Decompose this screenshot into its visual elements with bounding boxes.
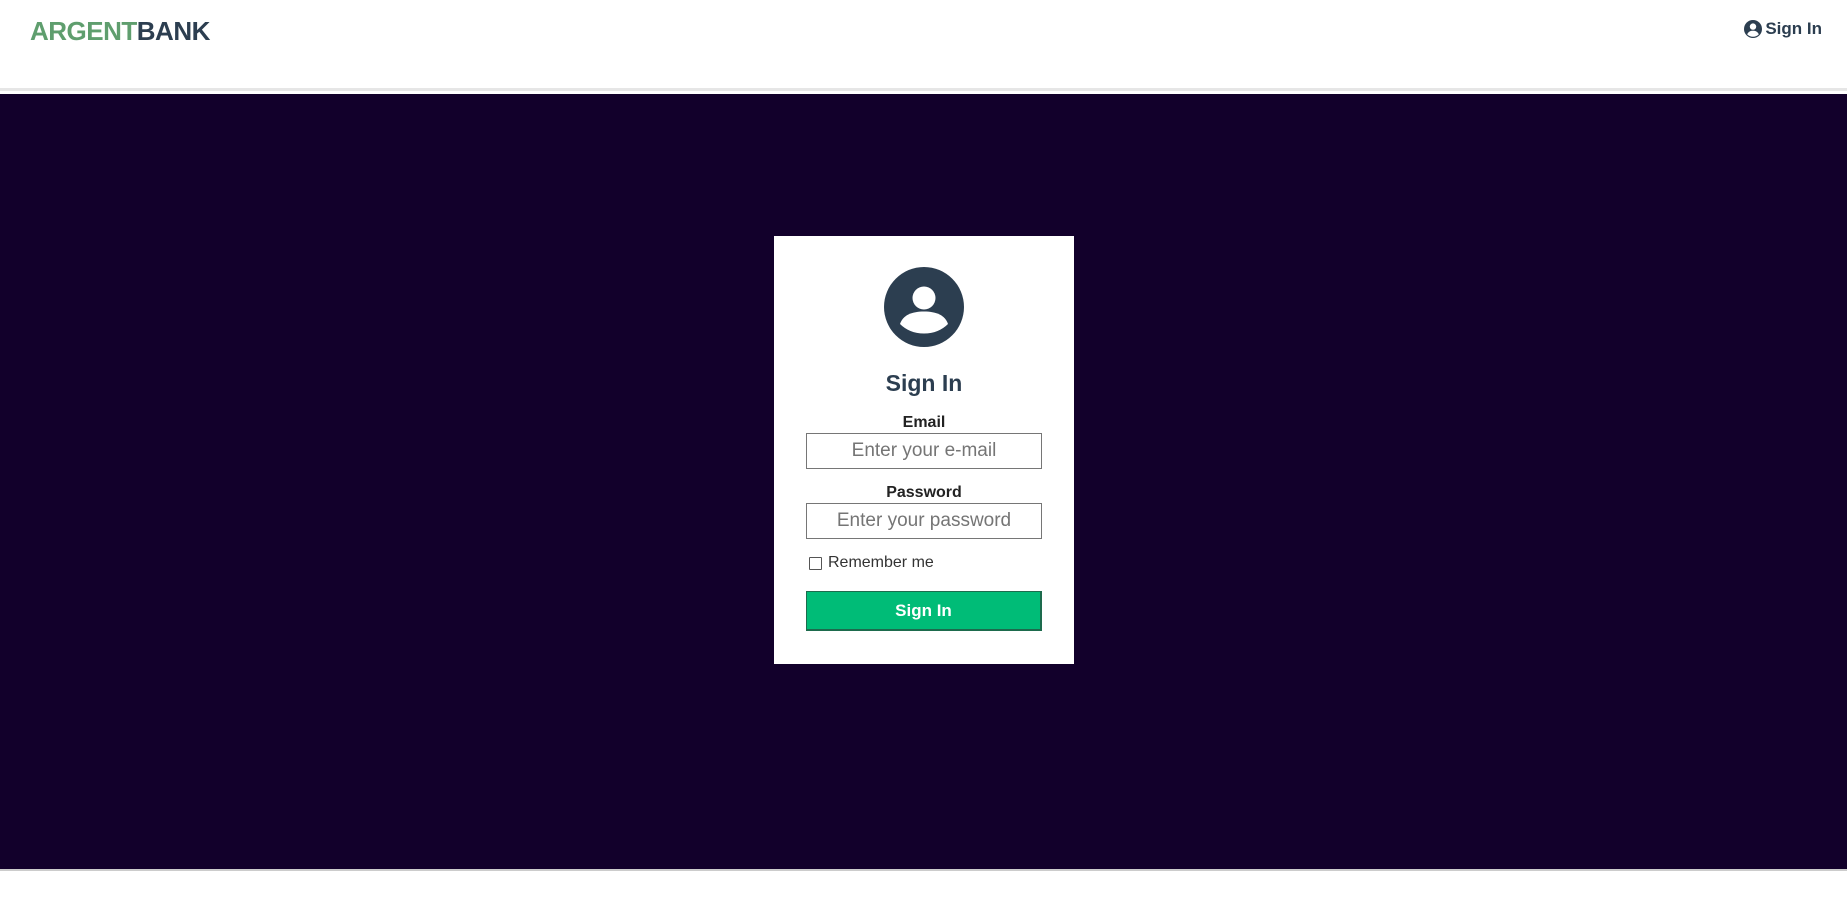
remember-me-row: Remember me [809, 554, 934, 572]
main-content: Sign In Email Password Remember me Sign … [0, 94, 1847, 869]
email-field[interactable] [806, 433, 1042, 469]
nav-sign-in-link[interactable]: Sign In [1743, 19, 1822, 39]
sign-in-title: Sign In [885, 370, 963, 396]
password-label: Password [886, 484, 962, 501]
sign-in-button[interactable]: Sign In [806, 591, 1042, 631]
remember-me-label[interactable]: Remember me [828, 554, 934, 572]
nav-sign-in-label: Sign In [1765, 19, 1822, 38]
remember-me-checkbox[interactable] [809, 556, 822, 570]
argentbank-logo[interactable]: ARGENTBANK [30, 14, 210, 48]
password-field[interactable] [806, 503, 1042, 539]
sign-in-card: Sign In Email Password Remember me Sign … [774, 236, 1074, 664]
email-label: Email [902, 414, 946, 431]
logo-text-argent: ARGENT [30, 16, 137, 46]
site-header: ARGENTBANK Sign In [0, 0, 1847, 91]
site-footer [0, 869, 1847, 904]
logo-text-bank: BANK [136, 16, 211, 46]
user-circle-icon [884, 267, 964, 347]
user-circle-icon [1743, 19, 1763, 39]
